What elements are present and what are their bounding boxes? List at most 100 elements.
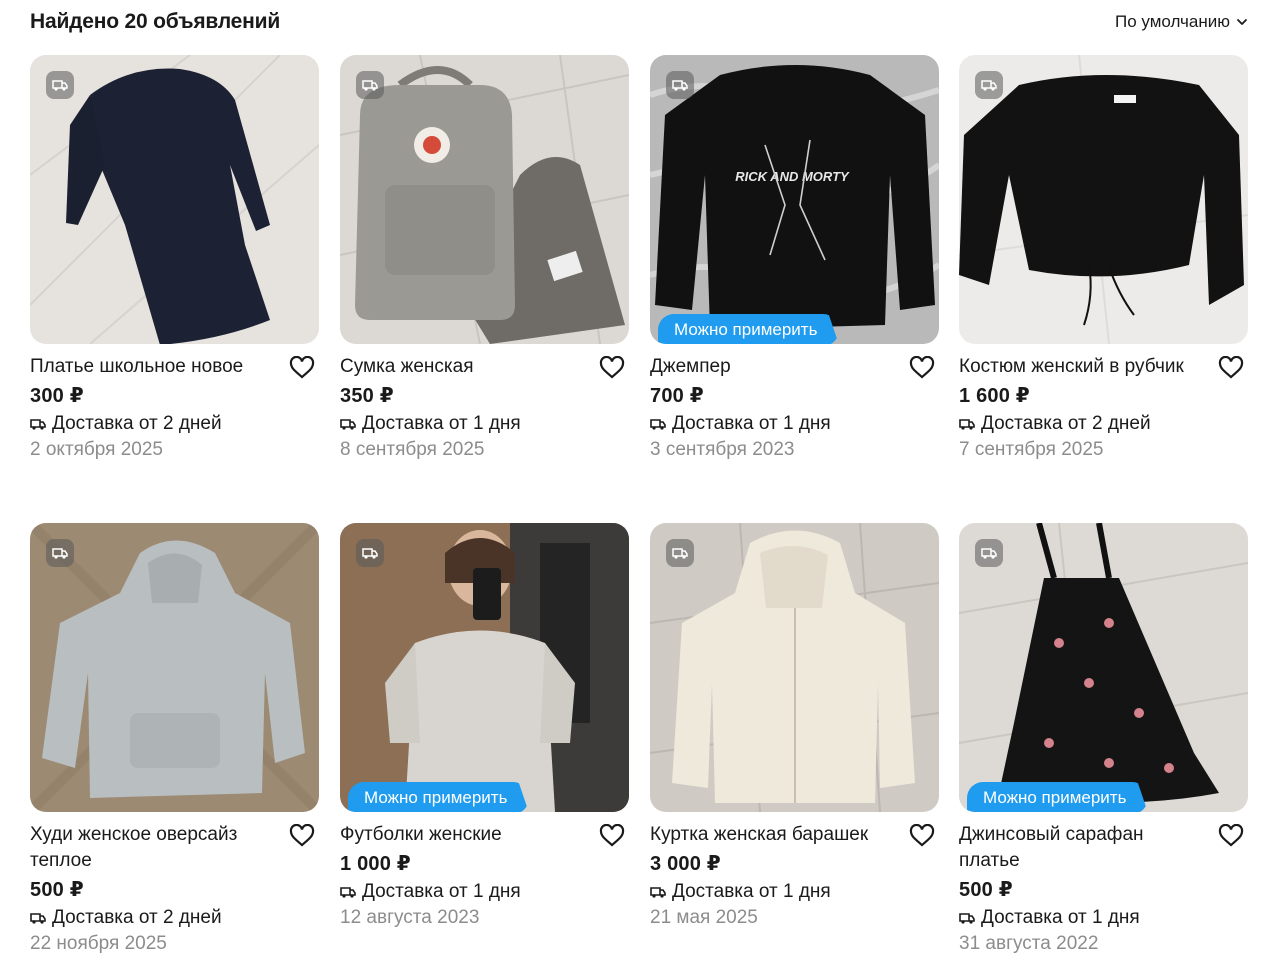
listing-title[interactable]: Джемпер [650,354,895,380]
listing-title[interactable]: Худи женское оверсайз теплое [30,822,275,874]
listing-card[interactable]: Худи женское оверсайз теплое 500 ₽ Доста… [30,523,319,957]
delivery-info: Доставка от 1 дня [650,411,939,437]
truck-icon [672,548,688,559]
delivery-badge [356,539,384,567]
truck-icon [30,913,46,924]
listing-card[interactable]: RICK AND MORTY Можно примерить Джемпер 7… [650,55,939,463]
heart-icon[interactable] [599,356,625,380]
delivery-badge [666,539,694,567]
listing-price: 700 ₽ [650,385,704,407]
delivery-info: Доставка от 1 дня [340,411,629,437]
delivery-text: Доставка от 2 дней [981,413,1151,434]
dress-photo [30,55,319,344]
truck-icon [981,80,997,91]
listing-card[interactable]: Сумка женская 350 ₽ Доставка от 1 дня 8 … [340,55,629,463]
chevron-down-icon [1237,19,1247,25]
delivery-info: Доставка от 1 дня [340,879,629,905]
listing-date: 22 ноября 2025 [30,933,167,954]
listing-date: 8 сентября 2025 [340,439,485,460]
listing-photo[interactable]: RICK AND MORTY Можно примерить [650,55,939,344]
listing-card[interactable]: Можно примерить Футболки женские 1 000 ₽… [340,523,629,931]
truck-icon [981,548,997,559]
sundress-photo [959,523,1248,812]
listing-card[interactable]: Куртка женская барашек 3 000 ₽ Доставка … [650,523,939,931]
truck-icon [52,80,68,91]
listing-price: 300 ₽ [30,385,84,407]
listing-price: 3 000 ₽ [650,853,721,875]
listing-date: 21 мая 2025 [650,907,758,928]
listing-price: 350 ₽ [340,385,394,407]
try-on-badge: Можно примерить [658,314,840,344]
listing-photo[interactable] [30,55,319,344]
listing-title[interactable]: Куртка женская барашек [650,822,895,848]
listing-photo[interactable] [340,55,629,344]
listing-photo[interactable]: Можно примерить [340,523,629,812]
delivery-text: Доставка от 2 дней [52,413,222,434]
delivery-text: Доставка от 1 дня [672,413,831,434]
delivery-badge [975,539,1003,567]
listing-date: 12 августа 2023 [340,907,480,928]
listing-title[interactable]: Костюм женский в рубчик [959,354,1204,380]
delivery-info: Доставка от 2 дней [959,411,1248,437]
results-header: Найдено 20 объявлений По умолчанию [30,8,1248,36]
listing-card[interactable]: Платье школьное новое 300 ₽ Доставка от … [30,55,319,463]
listing-date: 2 октября 2025 [30,439,163,460]
truck-icon [30,419,46,430]
results-count-title: Найдено 20 объявлений [30,10,281,33]
listing-photo[interactable] [30,523,319,812]
listing-price: 500 ₽ [959,879,1013,901]
delivery-badge [46,539,74,567]
truck-icon [959,419,975,430]
listing-price: 1 600 ₽ [959,385,1030,407]
truck-icon [959,913,975,924]
listing-price: 500 ₽ [30,879,84,901]
sweater-print-text: RICK AND MORTY [735,169,850,184]
listing-title[interactable]: Сумка женская [340,354,585,380]
sweater-photo: RICK AND MORTY [650,55,939,344]
delivery-text: Доставка от 1 дня [362,413,521,434]
delivery-text: Доставка от 1 дня [981,907,1140,928]
truck-icon [362,548,378,559]
truck-icon [672,80,688,91]
delivery-text: Доставка от 1 дня [672,881,831,902]
truck-icon [362,80,378,91]
delivery-info: Доставка от 2 дней [30,905,319,931]
jacket-photo [650,523,939,812]
delivery-info: Доставка от 2 дней [30,411,319,437]
listing-price: 1 000 ₽ [340,853,411,875]
delivery-text: Доставка от 1 дня [362,881,521,902]
hoodie-photo [30,523,319,812]
listing-card[interactable]: Можно примерить Джинсовый сарафан платье… [959,523,1248,957]
heart-icon[interactable] [1218,356,1244,380]
delivery-badge [975,71,1003,99]
tshirt-photo [340,523,629,812]
sort-label: По умолчанию [1115,12,1230,31]
delivery-text: Доставка от 2 дней [52,907,222,928]
listing-date: 7 сентября 2025 [959,439,1104,460]
try-on-badge: Можно примерить [348,782,530,812]
delivery-info: Доставка от 1 дня [650,879,939,905]
listing-title[interactable]: Футболки женские [340,822,585,848]
truck-icon [650,887,666,898]
heart-icon[interactable] [909,824,935,848]
listing-title[interactable]: Платье школьное новое [30,354,275,380]
heart-icon[interactable] [599,824,625,848]
listing-title[interactable]: Джинсовый сарафан платье [959,822,1204,874]
heart-icon[interactable] [289,356,315,380]
bag-photo [340,55,629,344]
suit-photo [959,55,1248,344]
truck-icon [650,419,666,430]
listing-card[interactable]: Костюм женский в рубчик 1 600 ₽ Доставка… [959,55,1248,463]
heart-icon[interactable] [1218,824,1244,848]
listing-photo[interactable] [650,523,939,812]
heart-icon[interactable] [289,824,315,848]
listing-photo[interactable]: Можно примерить [959,523,1248,812]
sort-dropdown[interactable]: По умолчанию [1115,12,1248,32]
truck-icon [340,887,356,898]
listing-date: 31 августа 2022 [959,933,1099,954]
try-on-badge: Можно примерить [967,782,1149,812]
delivery-badge [46,71,74,99]
listing-photo[interactable] [959,55,1248,344]
heart-icon[interactable] [909,356,935,380]
delivery-info: Доставка от 1 дня [959,905,1248,931]
